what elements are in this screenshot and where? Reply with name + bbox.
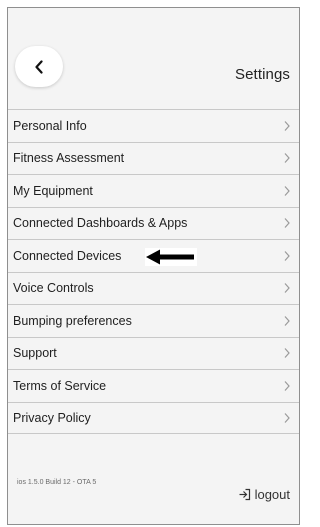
chevron-right-icon xyxy=(284,250,290,261)
footer: ios 1.5.0 Build 12 - OTA 5 logout xyxy=(8,474,299,514)
chevron-left-icon xyxy=(35,59,43,74)
menu-item-my-equipment[interactable]: My Equipment xyxy=(8,174,299,207)
menu-item-label: Support xyxy=(13,346,57,361)
arrow-left-icon xyxy=(145,248,197,266)
phone-screen: Settings Personal Info Fitness Assessmen… xyxy=(7,7,300,525)
chevron-right-icon xyxy=(284,412,290,423)
chevron-right-icon xyxy=(284,283,290,294)
settings-menu: Personal Info Fitness Assessment My Equi… xyxy=(8,109,299,434)
menu-item-label: Connected Dashboards & Apps xyxy=(13,216,188,231)
menu-item-connected-devices[interactable]: Connected Devices xyxy=(8,239,299,272)
menu-item-bumping-preferences[interactable]: Bumping preferences xyxy=(8,304,299,337)
logout-label: logout xyxy=(254,487,290,502)
chevron-right-icon xyxy=(284,315,290,326)
chevron-right-icon xyxy=(284,348,290,359)
menu-item-voice-controls[interactable]: Voice Controls xyxy=(8,271,299,305)
menu-item-label: Personal Info xyxy=(13,118,87,133)
chevron-right-icon xyxy=(284,380,290,391)
menu-item-connected-dashboards[interactable]: Connected Dashboards & Apps xyxy=(8,206,299,240)
menu-item-label: Bumping preferences xyxy=(13,313,132,328)
version-text: ios 1.5.0 Build 12 - OTA 5 xyxy=(17,479,97,486)
logout-icon xyxy=(239,488,250,501)
menu-item-label: Fitness Assessment xyxy=(13,151,125,166)
menu-item-label: Privacy Policy xyxy=(13,410,91,425)
page-title: Settings xyxy=(235,66,290,83)
chevron-right-icon xyxy=(284,218,290,229)
menu-item-terms-of-service[interactable]: Terms of Service xyxy=(8,369,299,402)
menu-item-label: My Equipment xyxy=(13,183,93,198)
chevron-right-icon xyxy=(284,153,290,164)
chevron-right-icon xyxy=(284,120,290,131)
menu-item-personal-info[interactable]: Personal Info xyxy=(8,109,299,142)
menu-item-support[interactable]: Support xyxy=(8,336,299,370)
header: Settings xyxy=(8,8,299,108)
back-button[interactable] xyxy=(15,46,63,87)
menu-item-label: Voice Controls xyxy=(13,281,94,296)
menu-item-label: Terms of Service xyxy=(13,378,107,393)
chevron-right-icon xyxy=(284,185,290,196)
menu-item-privacy-policy[interactable]: Privacy Policy xyxy=(8,401,299,434)
menu-item-fitness-assessment[interactable]: Fitness Assessment xyxy=(8,141,299,175)
logout-button[interactable]: logout xyxy=(238,487,290,502)
